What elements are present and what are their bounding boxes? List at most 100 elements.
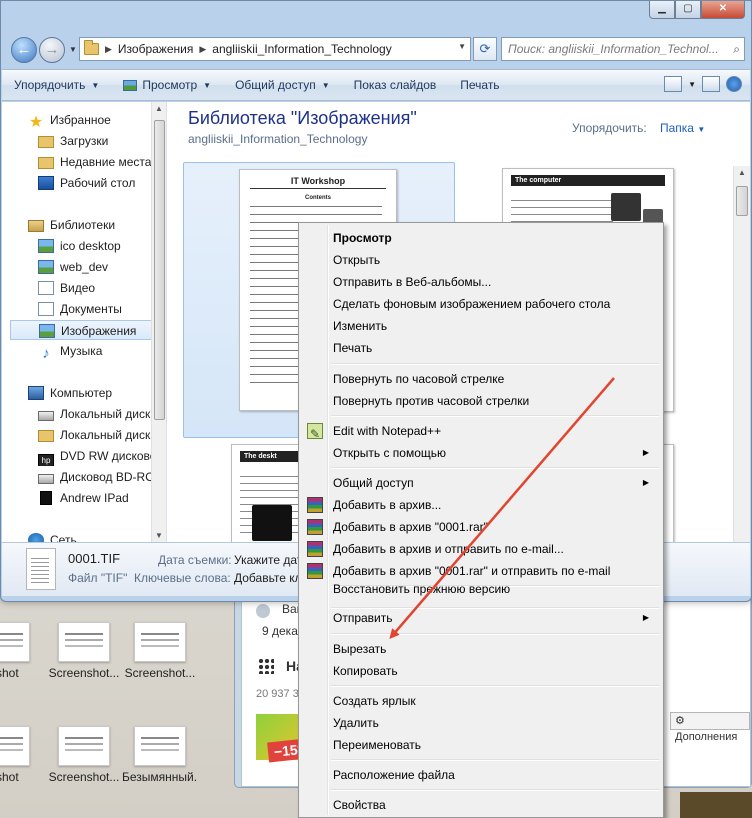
search-icon[interactable]: ⌕ [733, 38, 740, 60]
desktop-icon-label: Screenshot... [48, 770, 120, 784]
back-button[interactable]: ← [11, 37, 37, 63]
nav-video[interactable]: Видео [38, 278, 166, 298]
desktop-icon[interactable]: nshot [0, 726, 42, 784]
nav-label: Рабочий стол [60, 176, 136, 190]
change-view-icon[interactable] [664, 76, 683, 92]
scroll-thumb[interactable] [736, 186, 748, 216]
scroll-thumb[interactable] [154, 120, 165, 420]
title-bar[interactable]: ▁ ▢ ✕ [1, 1, 751, 31]
details-date-value[interactable]: Укажите дат [234, 553, 302, 567]
nav-dvd-drive[interactable]: hp DVD RW дисковод [38, 446, 166, 466]
desktop-icon[interactable]: Screenshot... [46, 726, 122, 784]
search-input[interactable]: Поиск: angliiskii_Information_Technol...… [501, 37, 745, 61]
address-bar[interactable]: ▶ Изображения ▶ angliiskii_Information_T… [79, 37, 471, 61]
organize-button[interactable]: Упорядочить ▼ [2, 78, 111, 92]
menu-item-create-shortcut[interactable]: Создать ярлык [301, 690, 661, 712]
menu-item-add-to-rar[interactable]: Добавить в архив "0001.rar" [301, 516, 661, 538]
nav-ipad[interactable]: Andrew IPad [38, 488, 166, 508]
nav-network[interactable]: Сеть [28, 530, 166, 542]
share-button[interactable]: Общий доступ ▼ [223, 78, 342, 92]
winrar-icon [307, 563, 323, 579]
nav-pictures[interactable]: Изображения [10, 320, 152, 340]
preview-button[interactable]: Просмотр ▼ [111, 78, 223, 92]
file-list-scrollbar[interactable]: ▲ [733, 166, 750, 542]
menu-item-rotate-ccw[interactable]: Повернуть против часовой стрелки [301, 390, 661, 412]
menu-item-edit-notepadpp[interactable]: Edit with Notepad++ [301, 420, 661, 445]
recent-pages-dropdown[interactable]: ▼ [69, 45, 77, 54]
menu-item-delete[interactable]: Удалить [301, 712, 661, 734]
nav-recent-places[interactable]: Недавние места [38, 152, 166, 172]
chevron-right-icon[interactable]: ▶ [105, 44, 112, 55]
nav-ico-desktop[interactable]: ico desktop [38, 236, 166, 256]
navigation-pane[interactable]: ★ Избранное Загрузки Недавние места Рабоч… [2, 102, 167, 542]
desktop-icon[interactable]: Безымянный... [122, 726, 198, 784]
addons-button[interactable]: ⚙ Дополнения [670, 712, 750, 743]
desktop-icon-label: nshot [0, 770, 19, 784]
slideshow-button[interactable]: Показ слайдов [342, 78, 449, 92]
menu-item-send-to[interactable]: Отправить ▶ [301, 607, 661, 629]
computer-icon [28, 386, 44, 400]
menu-item-file-location[interactable]: Расположение файла [301, 764, 661, 786]
menu-item-rotate-cw[interactable]: Повернуть по часовой стрелке [301, 368, 661, 390]
context-menu[interactable]: Просмотр Открыть Отправить в Веб-альбомы… [298, 222, 664, 818]
menu-item-restore-previous[interactable]: Восстановить прежнюю версию [301, 578, 661, 600]
chevron-down-icon: ▼ [91, 80, 100, 90]
scroll-down-icon[interactable]: ▼ [155, 531, 163, 540]
print-button[interactable]: Печать [448, 78, 511, 92]
breadcrumb-pictures[interactable]: Изображения [118, 42, 193, 56]
menu-item-set-as-wallpaper[interactable]: Сделать фоновым изображением рабочего ст… [301, 293, 661, 315]
menu-item-rename[interactable]: Переименовать [301, 734, 661, 756]
desktop-icon[interactable]: Screenshot... [122, 622, 198, 680]
nav-bd-drive[interactable]: Дисковод BD-RO [38, 467, 166, 487]
minimize-button[interactable]: ▁ [649, 1, 675, 19]
menu-item-label: Добавить в архив "0001.rar" [333, 520, 488, 534]
library-subtitle: angliiskii_Information_Technology [188, 132, 368, 146]
nav-music[interactable]: ♪ Музыка [38, 341, 166, 361]
nav-web-dev[interactable]: web_dev [38, 257, 166, 277]
close-button[interactable]: ✕ [701, 1, 745, 19]
menu-item-label: Открыть с помощью [333, 446, 447, 460]
menu-item-print[interactable]: Печать [301, 337, 661, 359]
menu-item-archive-and-email[interactable]: Добавить в архив и отправить по e-mail..… [301, 538, 661, 560]
menu-item-properties[interactable]: Свойства [301, 794, 661, 816]
nav-scrollbar[interactable]: ▲ ▼ [151, 102, 166, 542]
menu-item-preview[interactable]: Просмотр [301, 227, 661, 249]
menu-item-send-to-web-albums[interactable]: Отправить в Веб-альбомы... [301, 271, 661, 293]
menu-item-add-to-archive[interactable]: Добавить в архив... [301, 494, 661, 516]
menu-item-share-with[interactable]: Общий доступ ▶ [301, 472, 661, 494]
nav-documents[interactable]: Документы [38, 299, 166, 319]
menu-item-edit[interactable]: Изменить [301, 315, 661, 337]
nav-local-disk-d[interactable]: Локальный диск [38, 425, 166, 445]
nav-label: Избранное [50, 113, 111, 127]
menu-item-open-with[interactable]: Открыть с помощью ▶ [301, 442, 661, 464]
preview-pane-icon[interactable] [702, 76, 720, 92]
nav-desktop[interactable]: Рабочий стол [38, 173, 166, 193]
nav-local-disk-c[interactable]: Локальный диск [38, 404, 166, 424]
desktop-icon[interactable]: Screenshot... [46, 622, 122, 680]
picture-library-icon [39, 324, 55, 338]
chevron-right-icon[interactable]: ▶ [199, 44, 206, 55]
nav-favorites[interactable]: ★ Избранное [28, 110, 166, 130]
details-tags-value[interactable]: Добавьте кл [234, 571, 302, 585]
menu-item-cut[interactable]: Вырезать [301, 638, 661, 660]
nav-libraries[interactable]: Библиотеки [28, 215, 166, 235]
nav-computer[interactable]: Компьютер [28, 383, 166, 403]
nav-downloads[interactable]: Загрузки [38, 131, 166, 151]
menu-item-open[interactable]: Открыть [301, 249, 661, 271]
maximize-button[interactable]: ▢ [675, 1, 701, 19]
menu-separator [331, 363, 659, 365]
chevron-down-icon[interactable]: ▼ [688, 80, 696, 89]
help-icon[interactable] [726, 76, 742, 92]
refresh-button[interactable]: ⟳ [473, 37, 497, 61]
menu-item-copy[interactable]: Копировать [301, 660, 661, 682]
menu-separator [331, 789, 659, 791]
desktop-icon[interactable]: nshot [0, 622, 42, 680]
scroll-up-icon[interactable]: ▲ [738, 168, 746, 177]
arrange-by-dropdown[interactable]: Папка ▼ [660, 121, 705, 135]
file-thumbnail [0, 622, 30, 662]
forward-button[interactable]: → [39, 37, 65, 63]
scroll-up-icon[interactable]: ▲ [155, 104, 163, 113]
chevron-down-icon[interactable]: ▼ [458, 42, 466, 51]
apps-grid-icon[interactable] [258, 658, 274, 674]
breadcrumb-current-folder[interactable]: angliiskii_Information_Technology [212, 42, 391, 56]
